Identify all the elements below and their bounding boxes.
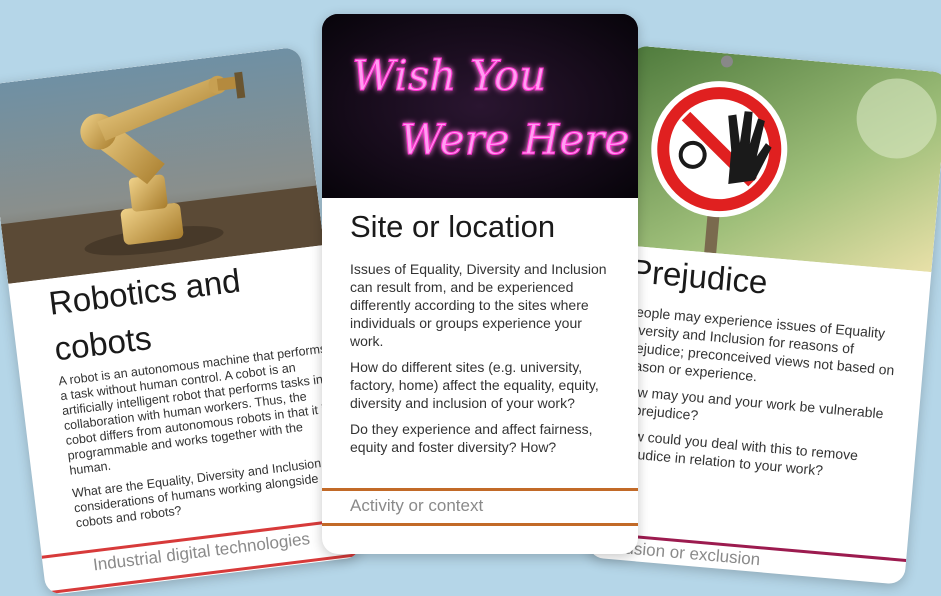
card-description: Issues of Equality, Diversity and Inclus…: [350, 261, 607, 349]
card-robotics[interactable]: Robotics and cobots A robot is an autono…: [0, 46, 363, 596]
card-category: Activity or context: [350, 496, 484, 515]
card-divider: [322, 488, 638, 491]
card-question: Do they experience and affect fairness, …: [350, 421, 593, 455]
card-body: A robot is an autonomous machine that pe…: [58, 342, 346, 540]
card-question: How do different sites (e.g. university,…: [350, 359, 599, 411]
robot-arm-image: [0, 46, 324, 284]
neon-sign-image: Wish You Were Here: [322, 14, 638, 198]
card-body: People may experience issues of Equality…: [613, 302, 899, 493]
neon-text: Were Here: [400, 115, 629, 164]
card-prejudice[interactable]: Prejudice People may experience issues o…: [587, 45, 941, 585]
no-entry-sign-image: [614, 45, 941, 273]
card-body: Issues of Equality, Diversity and Inclus…: [350, 260, 612, 464]
card-description: People may experience issues of Equality…: [621, 302, 895, 385]
card-title: Site or location: [350, 209, 556, 244]
card-divider: [322, 523, 638, 526]
card-site-or-location[interactable]: Wish You Were Here Site or location Issu…: [322, 14, 638, 554]
neon-text: Wish You: [352, 51, 546, 100]
